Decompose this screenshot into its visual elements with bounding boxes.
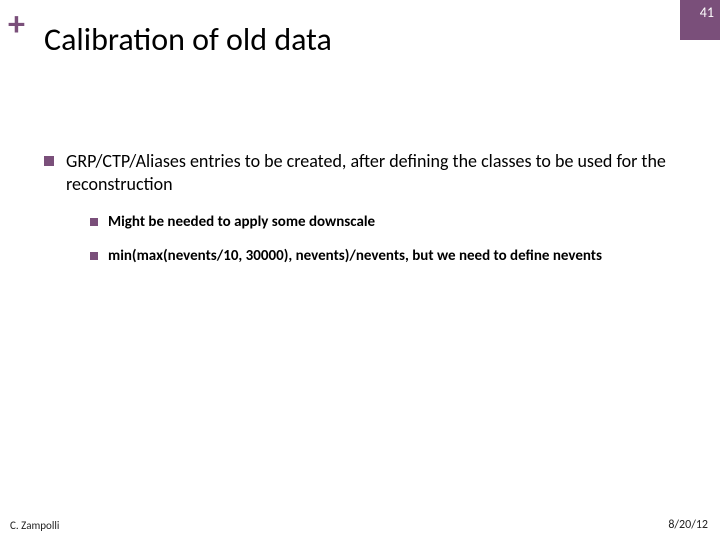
bullet-level2: min(max(nevents/10, 30000), nevents)/nev… bbox=[90, 247, 676, 267]
square-bullet-icon bbox=[44, 156, 54, 166]
footer-author: C. Zampolli bbox=[10, 519, 59, 532]
bullet-text: min(max(nevents/10, 30000), nevents)/nev… bbox=[108, 247, 602, 267]
bullet-text: GRP/CTP/Aliases entries to be created, a… bbox=[66, 150, 676, 195]
page-number-badge: 41 bbox=[680, 0, 720, 40]
bullet-level2: Might be needed to apply some downscale bbox=[90, 213, 676, 233]
sub-bullets: Might be needed to apply some downscale … bbox=[90, 213, 676, 266]
plus-icon: + bbox=[8, 8, 25, 42]
bullet-text: Might be needed to apply some downscale bbox=[108, 213, 375, 233]
footer-date: 8/20/12 bbox=[668, 518, 708, 532]
slide: + 41 Calibration of old data GRP/CTP/Ali… bbox=[0, 0, 720, 540]
page-number: 41 bbox=[700, 4, 714, 21]
bullet-level1: GRP/CTP/Aliases entries to be created, a… bbox=[44, 150, 676, 195]
square-bullet-icon bbox=[90, 218, 98, 226]
slide-content: GRP/CTP/Aliases entries to be created, a… bbox=[44, 150, 676, 280]
slide-title: Calibration of old data bbox=[44, 20, 332, 59]
square-bullet-icon bbox=[90, 252, 98, 260]
